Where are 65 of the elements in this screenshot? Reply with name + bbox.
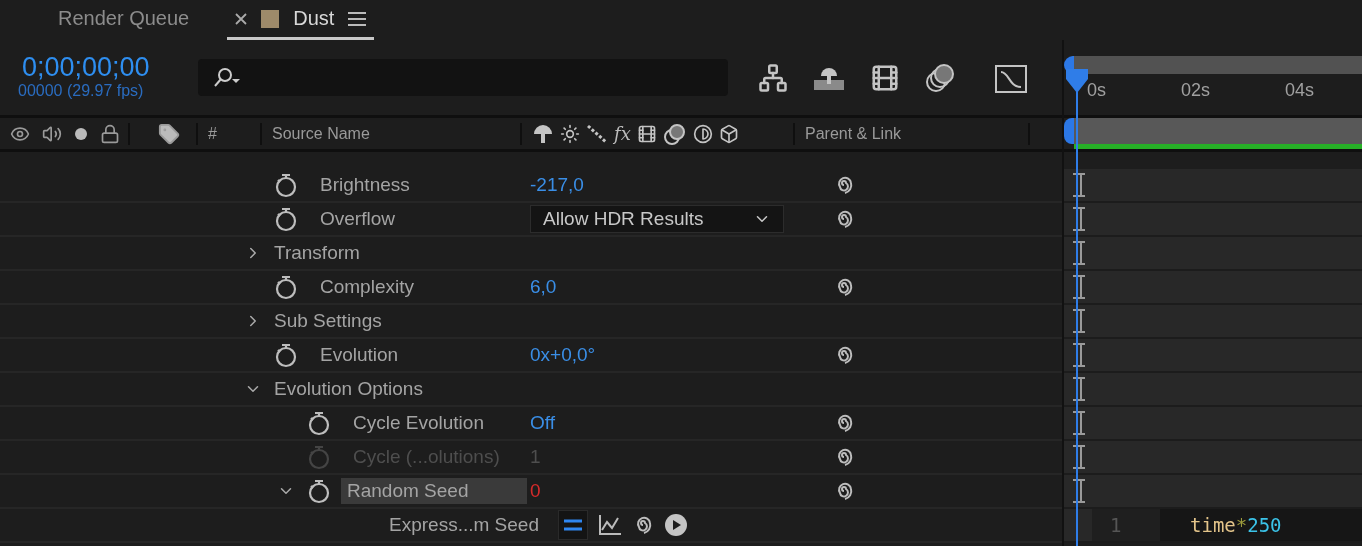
- ruler-label: 04s: [1285, 80, 1315, 101]
- search-icon: [212, 66, 242, 89]
- frame-info: 00000 (29.97 fps): [18, 81, 145, 100]
- enable-expression-toggle[interactable]: [558, 510, 588, 540]
- sun-icon[interactable]: [560, 123, 580, 144]
- property-name[interactable]: Complexity: [314, 274, 420, 300]
- equals-icon: [564, 519, 582, 531]
- half-circle-icon[interactable]: [692, 123, 713, 144]
- film-icon[interactable]: [636, 123, 657, 144]
- property-name[interactable]: Random Seed: [341, 478, 527, 504]
- keyframe-marker-icon: [1072, 343, 1086, 367]
- keyframe-marker-icon: [1072, 479, 1086, 503]
- ruler-label: 02s: [1181, 80, 1211, 101]
- column-header[interactable]: Source Name: [272, 124, 370, 143]
- solo-dot-icon[interactable]: [74, 126, 88, 141]
- stopwatch-icon[interactable]: [307, 478, 331, 504]
- stopwatch-icon[interactable]: [307, 410, 331, 436]
- property-name[interactable]: Cycle Evolution: [347, 410, 490, 436]
- graph-icon[interactable]: [598, 514, 622, 536]
- keyframe-marker-icon: [1072, 173, 1086, 197]
- search-field[interactable]: [198, 59, 728, 96]
- hierarchy-icon[interactable]: [758, 62, 788, 93]
- column-header[interactable]: #: [208, 124, 217, 143]
- effects-header-label: fx: [614, 123, 631, 144]
- expression-code[interactable]: time*250: [1160, 509, 1362, 541]
- slash-icon[interactable]: [586, 123, 608, 144]
- keyframe-marker-icon: [1072, 411, 1086, 435]
- stopwatch-icon[interactable]: [274, 172, 298, 198]
- property-value[interactable]: 6,0: [530, 276, 557, 298]
- ruler-label: 0s: [1087, 80, 1106, 101]
- keyframe-marker-icon: [1072, 445, 1086, 469]
- property-value[interactable]: Off: [530, 412, 555, 434]
- property-name[interactable]: Transform: [268, 240, 366, 266]
- stopwatch-icon[interactable]: [274, 342, 298, 368]
- keyframe-marker-icon: [1072, 207, 1086, 231]
- lock-icon[interactable]: [100, 123, 120, 144]
- property-name[interactable]: Brightness: [314, 172, 416, 198]
- property-name[interactable]: Sub Settings: [268, 308, 388, 334]
- property-value[interactable]: 0x+0,0°: [530, 344, 596, 366]
- property-name[interactable]: Evolution: [314, 342, 405, 368]
- keyframe-marker-icon: [1072, 377, 1086, 401]
- property-name[interactable]: Express...m Seed: [383, 512, 545, 538]
- keyframe-marker-icon: [1072, 309, 1086, 333]
- property-value[interactable]: -217,0: [530, 174, 584, 196]
- close-icon[interactable]: [235, 12, 248, 25]
- panel-tab[interactable]: Render Queue: [50, 0, 198, 40]
- keyframe-marker-icon: [1072, 241, 1086, 265]
- playhead-icon[interactable]: [1065, 68, 1089, 94]
- circles-icon[interactable]: [924, 62, 956, 93]
- label-tag-icon[interactable]: [158, 122, 180, 145]
- cube-icon[interactable]: [718, 123, 739, 144]
- circles-icon[interactable]: [662, 122, 687, 145]
- stopwatch-icon[interactable]: [274, 274, 298, 300]
- timecode[interactable]: 0;00;00;00: [18, 51, 198, 82]
- play-icon[interactable]: [664, 513, 688, 537]
- keyframe-marker-icon: [1072, 275, 1086, 299]
- menu-icon[interactable]: [348, 10, 367, 27]
- speaker-icon[interactable]: [42, 123, 62, 144]
- stopwatch-icon[interactable]: [274, 206, 298, 232]
- overflow-dropdown[interactable]: Allow HDR Results: [530, 205, 784, 233]
- column-header[interactable]: Parent & Link: [805, 124, 902, 143]
- property-name[interactable]: Overflow: [314, 206, 401, 232]
- panel-tab[interactable]: Dust: [227, 0, 375, 40]
- shy-switch-icon[interactable]: [532, 123, 554, 144]
- property-name[interactable]: Evolution Options: [268, 376, 429, 402]
